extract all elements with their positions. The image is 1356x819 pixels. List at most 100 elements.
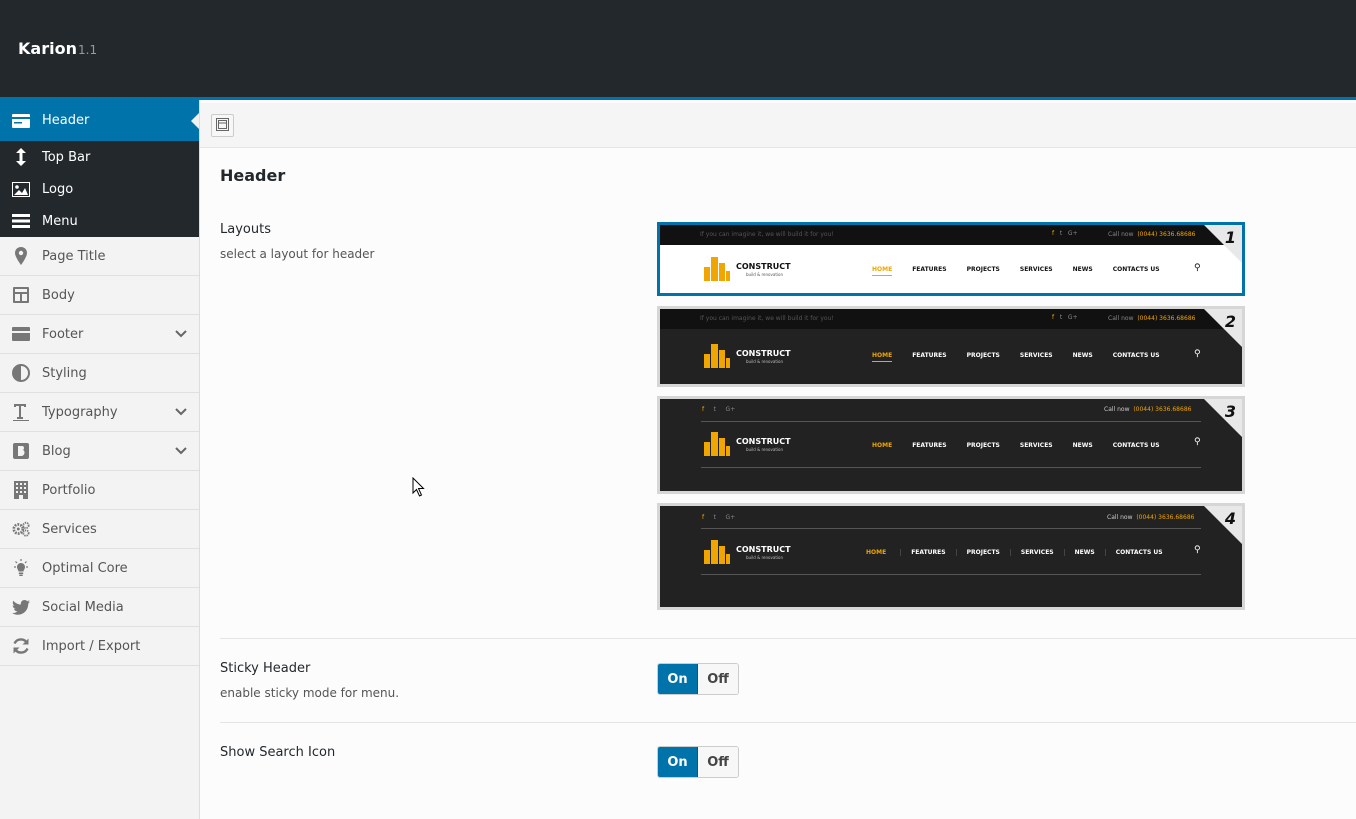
- sidebar-item-portfolio[interactable]: Portfolio: [0, 471, 199, 510]
- sidebar-item-footer[interactable]: Footer: [0, 315, 199, 354]
- preview-logo-name: CONSTRUCT: [736, 262, 791, 271]
- preview-phone: (0044) 3636.68686: [1137, 231, 1196, 238]
- layouts-description: select a layout for header: [220, 247, 375, 261]
- layout-option-3[interactable]: f t G+ Call now (0044) 3636.68686 CONSTR…: [657, 396, 1245, 494]
- preview-menu-item: SERVICES: [1019, 266, 1053, 273]
- sidebar-item-styling[interactable]: Styling: [0, 354, 199, 393]
- preview-logo-sub: build & renovation: [746, 555, 783, 560]
- preview-menu-item: FEATURES: [912, 352, 947, 359]
- hamburger-icon: [12, 212, 30, 230]
- layout-number: 3: [1224, 402, 1236, 421]
- options-toolbar: [200, 103, 1356, 148]
- preview-menu: HOME FEATURES PROJECTS SERVICES NEWS CON…: [872, 442, 1160, 449]
- preview-menu-item: PROJECTS: [955, 549, 1000, 556]
- panel-icon: [216, 116, 229, 135]
- sticky-header-on-button[interactable]: On: [658, 664, 699, 694]
- preview-topbar: If you can imagine it, we will build it …: [660, 225, 1242, 245]
- show-search-title: Show Search Icon: [220, 745, 336, 760]
- preview-menu-item: NEWS: [1072, 266, 1093, 273]
- sticky-header-toggle: On Off: [657, 663, 739, 695]
- show-search-on-button[interactable]: On: [658, 747, 699, 777]
- sidebar-item-label: Social Media: [42, 599, 124, 615]
- preview-separator: [701, 528, 1201, 529]
- sidebar-item-logo[interactable]: Logo: [0, 173, 199, 205]
- construct-logo-mark: [704, 344, 730, 368]
- sidebar-item-blog[interactable]: Blog: [0, 432, 199, 471]
- preview-logo-sub: build & renovation: [746, 359, 783, 364]
- chevron-down-icon[interactable]: [175, 444, 187, 459]
- preview-menu-item: HOME: [872, 352, 893, 362]
- sidebar-item-services[interactable]: Services: [0, 510, 199, 549]
- expand-options-button[interactable]: [211, 114, 234, 137]
- sidebar-item-label: Typography: [42, 404, 118, 420]
- sticky-header-description: enable sticky mode for menu.: [220, 686, 400, 700]
- refresh-icon: [12, 637, 30, 655]
- preview-logo-sub: build & renovation: [746, 272, 783, 277]
- preview-logo-name: CONSTRUCT: [736, 437, 791, 446]
- sidebar-item-page-title[interactable]: Page Title: [0, 237, 199, 276]
- blog-icon: [12, 442, 30, 460]
- preview-menu-item: HOME: [866, 549, 887, 556]
- sidebar-item-typography[interactable]: Typography: [0, 393, 199, 432]
- preview-social-icons: f t G+: [702, 406, 736, 413]
- preview-tagline: If you can imagine it, we will build it …: [700, 231, 834, 238]
- text-icon: [12, 403, 30, 421]
- layout-option-4[interactable]: f t G+ Call now (0044) 3636.68686 CONSTR…: [657, 503, 1245, 610]
- preview-search-icon: ⚲: [1194, 545, 1201, 555]
- sidebar-item-header[interactable]: Header: [0, 100, 199, 141]
- sidebar-submenu: Top Bar Logo Menu: [0, 141, 199, 237]
- layout-number-badge: 3: [1204, 399, 1242, 437]
- chevron-down-icon[interactable]: [175, 327, 187, 342]
- sidebar-item-import-export[interactable]: Import / Export: [0, 627, 199, 666]
- preview-call: Call now (0044) 3636.68686: [1107, 514, 1194, 521]
- sidebar-item-label: Styling: [42, 365, 87, 381]
- layout-option-2[interactable]: If you can imagine it, we will build it …: [657, 306, 1245, 387]
- chevron-down-icon[interactable]: [175, 405, 187, 420]
- layout-icon: [12, 286, 30, 304]
- layouts-title: Layouts: [220, 222, 271, 237]
- sidebar-item-social-media[interactable]: Social Media: [0, 588, 199, 627]
- preview-call-label: Call now: [1107, 514, 1133, 521]
- sidebar-item-body[interactable]: Body: [0, 276, 199, 315]
- sticky-header-title: Sticky Header: [220, 661, 311, 676]
- image-icon: [12, 180, 30, 198]
- preview-menu-item: NEWS: [1072, 442, 1093, 449]
- preview-separator: [701, 421, 1201, 422]
- map-pin-icon: [12, 247, 30, 265]
- preview-menu-item: FEATURES: [912, 442, 947, 449]
- preview-phone: (0044) 3636.68686: [1137, 315, 1196, 322]
- preview-menu-item: CONTACTS US: [1112, 442, 1160, 449]
- building-icon: [12, 481, 30, 499]
- preview-call-label: Call now: [1108, 231, 1134, 238]
- preview-logo-name: CONSTRUCT: [736, 545, 791, 554]
- gears-icon: [12, 520, 30, 538]
- sidebar-item-label: Optimal Core: [42, 560, 128, 576]
- preview-social-icons: f t G+: [1052, 230, 1078, 237]
- layout-number: 4: [1224, 509, 1236, 528]
- section-divider: [220, 722, 1356, 723]
- layout-option-1[interactable]: If you can imagine it, we will build it …: [657, 222, 1245, 296]
- preview-menu-item: PROJECTS: [966, 352, 1000, 359]
- preview-separator: [701, 467, 1201, 468]
- preview-social-icons: f t G+: [1052, 314, 1078, 321]
- sticky-header-off-button[interactable]: Off: [698, 664, 738, 694]
- preview-call: Call now (0044) 3636.68686: [1108, 315, 1195, 322]
- preview-search-icon: ⚲: [1194, 263, 1201, 273]
- sidebar-item-label: Menu: [42, 213, 78, 229]
- sidebar-item-top-bar[interactable]: Top Bar: [0, 141, 199, 173]
- mouse-cursor-icon: [412, 477, 425, 497]
- preview-menu-item: SERVICES: [1009, 549, 1054, 556]
- card-icon: [12, 112, 30, 130]
- preview-search-icon: ⚲: [1194, 349, 1201, 359]
- preview-separator: [701, 574, 1201, 575]
- sidebar-item-label: Blog: [42, 443, 71, 459]
- sidebar-item-label: Logo: [42, 181, 74, 197]
- twitter-icon: [12, 598, 30, 616]
- show-search-off-button[interactable]: Off: [698, 747, 738, 777]
- layout-number-badge: 4: [1204, 506, 1242, 544]
- preview-menu: HOME FEATURES PROJECTS SERVICES NEWS CON…: [872, 352, 1160, 362]
- sidebar-item-menu[interactable]: Menu: [0, 205, 199, 237]
- preview-tagline: If you can imagine it, we will build it …: [700, 315, 834, 322]
- sidebar-item-optimal-core[interactable]: Optimal Core: [0, 549, 199, 588]
- construct-logo-mark: [704, 540, 730, 564]
